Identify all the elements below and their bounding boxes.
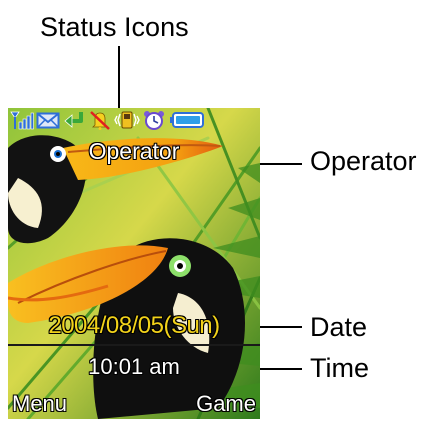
date-callout-label: Date xyxy=(310,312,368,342)
clock-divider xyxy=(8,344,260,346)
game-softkey[interactable]: Game xyxy=(196,393,256,415)
silent-mode-icon xyxy=(90,111,110,130)
phone-idle-screen: Operator 2004/08/05(Sun) 10:01 am Menu G… xyxy=(8,108,260,419)
battery-icon xyxy=(170,112,204,128)
signal-strength-icon xyxy=(10,111,34,130)
date-display: 2004/08/05(Sun) xyxy=(48,312,220,339)
menu-softkey[interactable]: Menu xyxy=(12,393,67,415)
time-callout-label: Time xyxy=(310,353,369,383)
status-bar xyxy=(8,108,260,132)
operator-callout-label: Operator xyxy=(310,146,417,176)
time-display: 10:01 am xyxy=(88,354,180,379)
status-icons-leader-line xyxy=(118,46,120,116)
status-icons-callout-label: Status Icons xyxy=(40,12,189,42)
call-divert-icon xyxy=(64,112,83,128)
vibrate-icon xyxy=(114,111,140,129)
alarm-clock-icon xyxy=(144,111,164,130)
operator-name: Operator xyxy=(88,138,180,164)
message-envelope-icon xyxy=(36,112,60,129)
